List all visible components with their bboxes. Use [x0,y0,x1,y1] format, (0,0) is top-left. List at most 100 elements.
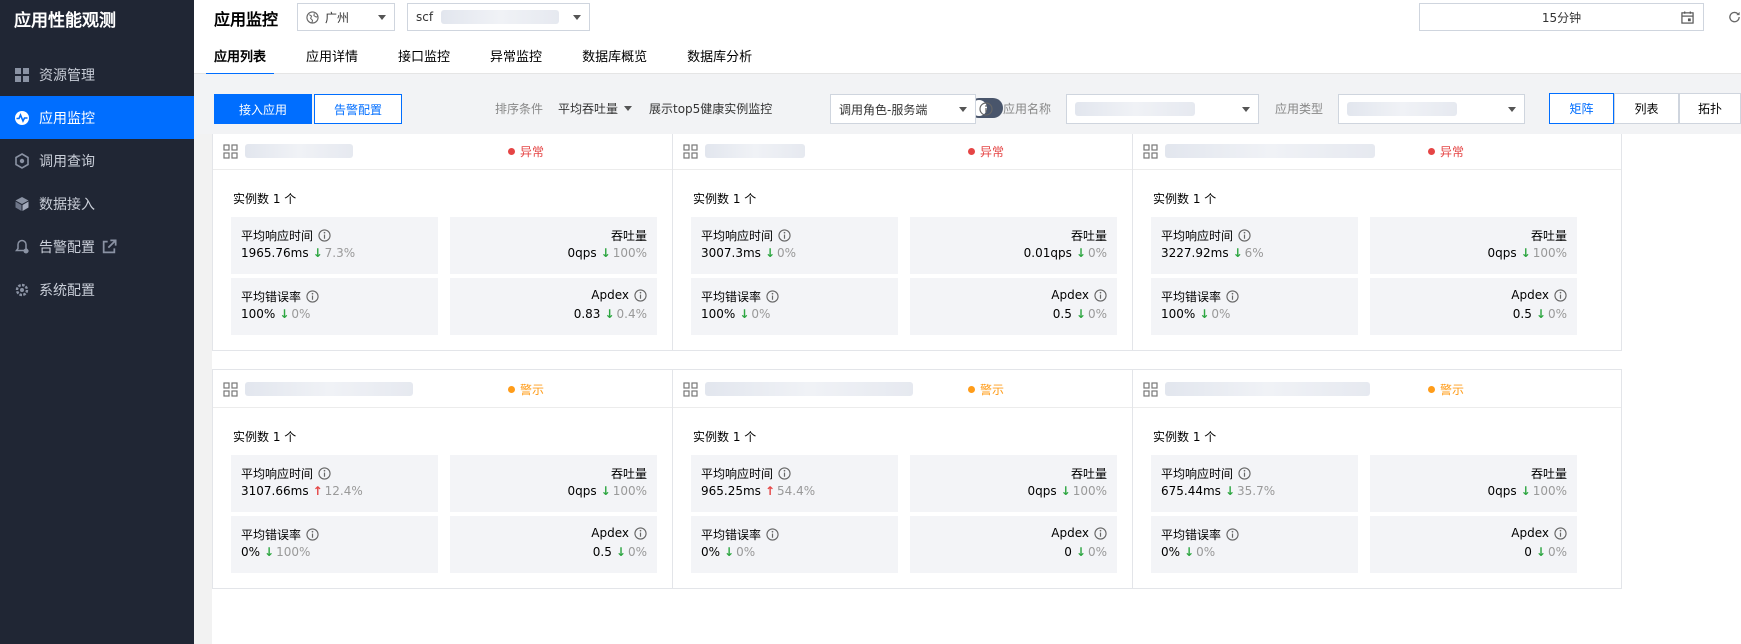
info-icon[interactable] [1238,467,1251,480]
avg-response-time-label-text: 平均响应时间 [241,467,314,481]
sidebar-item-system-config[interactable]: 系统配置 [0,268,194,311]
info-icon[interactable] [1554,288,1567,302]
app-type-select[interactable] [1338,94,1525,124]
apdex-label: Apdex [591,288,647,302]
avg-response-time-value: 675.44ms ↓ 35.7% [1161,484,1275,498]
app-card[interactable]: 异常 实例数 1 个 平均响应时间 1965.76ms ↓ 7.3% 吞吐量 0qps ↓ 1… [212,134,702,351]
view-list-button[interactable]: 列表 [1614,93,1679,124]
info-icon[interactable] [1094,526,1107,540]
throughput-label-text: 吞吐量 [1070,467,1107,481]
apdex-value: 0.5 ↓ 0% [1513,307,1567,321]
avg-response-time-metric: 平均响应时间 3107.66ms ↑ 12.4% [231,455,438,512]
calendar-icon [1681,11,1694,24]
info-icon[interactable] [778,467,791,480]
info-icon[interactable] [1554,526,1567,540]
sort-select[interactable]: 平均吞吐量 [558,100,633,117]
apdex-delta-value: 0% [627,545,647,559]
throughput-value: 0qps ↓ 100% [568,484,648,498]
info-icon[interactable] [318,229,331,242]
tab-exception-monitor[interactable]: 异常监控 [490,42,542,74]
top-bar: 应用监控 广州 scf 15分钟 应用列表 应用详情 接口监控 异常监控 数据库… [194,0,1741,75]
tab-app-detail[interactable]: 应用详情 [306,42,358,74]
arrow-down-icon: ↓ [1535,307,1546,321]
status-dot [968,386,975,393]
tab-app-list[interactable]: 应用列表 [205,42,275,75]
app-type-label: 应用类型 [1275,102,1324,116]
time-range-picker[interactable]: 15分钟 [1419,3,1704,31]
alarm-config-button[interactable]: 告警配置 [314,94,402,124]
avg-error-rate-value: 0% ↓ 0% [1161,545,1215,559]
avg-error-rate-delta-value: 0% [291,307,311,321]
info-icon[interactable] [979,102,993,116]
throughput-delta-value: 0% [1087,246,1107,260]
blurred-app-name[interactable] [245,382,413,396]
info-icon[interactable] [634,526,647,540]
region-select[interactable]: 广州 [297,3,395,31]
instance-count: 实例数 1 个 [693,192,757,206]
cube-icon [15,196,29,211]
tab-db-analysis[interactable]: 数据库分析 [687,42,752,74]
sort-label: 排序条件 [495,102,544,116]
info-icon[interactable] [778,229,791,242]
main-area: 应用监控 广州 scf 15分钟 应用列表 应用详情 接口监控 异常监控 数据库… [194,0,1741,644]
avg-error-rate-value: 0% ↓ 100% [241,545,310,559]
info-icon[interactable] [318,467,331,480]
avg-error-rate-metric: 平均错误率 0% ↓ 100% [231,516,438,573]
info-icon[interactable] [1094,288,1107,302]
info-icon[interactable] [306,528,319,541]
info-icon[interactable] [306,290,319,303]
status-badge: 警示 [1428,381,1464,398]
instance-count: 实例数 1 个 [693,430,757,444]
blurred-app-name[interactable] [245,144,353,158]
role-select[interactable]: 调用角色-服务端 [830,94,976,124]
blurred-app-name[interactable] [1165,144,1375,158]
arrow-down-icon: ↓ [279,307,290,321]
throughput-number: 0.01qps [1023,246,1072,260]
status-badge: 异常 [508,143,544,160]
instance-select[interactable]: scf [407,3,590,31]
info-icon[interactable] [1226,290,1239,303]
avg-response-time-delta-value: 12.4% [324,484,363,498]
info-icon[interactable] [1238,229,1251,242]
sidebar-item-resource[interactable]: 资源管理 [0,53,194,96]
blurred-app-name[interactable] [705,382,913,396]
tab-api-monitor[interactable]: 接口监控 [398,42,450,74]
blurred-app-name[interactable] [705,144,805,158]
throughput-metric: 吞吐量 0qps ↓ 100% [1370,217,1577,274]
app-card[interactable]: 异常 实例数 1 个 平均响应时间 3227.92ms ↓ 6% 吞吐量 0qps ↓ 100… [1132,134,1622,351]
info-icon[interactable] [1226,528,1239,541]
apdex-delta-value: 0% [1547,307,1567,321]
app-card[interactable]: 警示 实例数 1 个 平均响应时间 965.25ms ↑ 54.4% 吞吐量 0qps ↓ 1… [672,369,1162,589]
sidebar-item-app-monitor[interactable]: 应用监控 [0,96,194,139]
apdex-delta-value: 0% [1087,545,1107,559]
app-card[interactable]: 警示 实例数 1 个 平均响应时间 3107.66ms ↑ 12.4% 吞吐量 0qps ↓… [212,369,702,589]
throughput-label-text: 吞吐量 [1530,467,1567,481]
sidebar-item-data-access[interactable]: 数据接入 [0,182,194,225]
app-card[interactable]: 异常 实例数 1 个 平均响应时间 3007.3ms ↓ 0% 吞吐量 0.01qps ↓ 0… [672,134,1162,351]
throughput-value: 0qps ↓ 100% [1028,484,1108,498]
avg-response-time-delta: ↓ 0% [765,246,796,260]
refresh-icon[interactable] [1728,10,1741,24]
tab-db-overview[interactable]: 数据库概览 [582,42,647,74]
status-badge: 异常 [968,143,1004,160]
app-card[interactable]: 警示 实例数 1 个 平均响应时间 675.44ms ↓ 35.7% 吞吐量 0qps ↓ 1… [1132,369,1622,589]
apdex-delta: ↓ 0% [1076,545,1107,559]
card-header: 警示 [213,370,701,408]
apdex-value: 0.5 ↓ 0% [1053,307,1107,321]
info-icon[interactable] [766,528,779,541]
avg-response-time-label: 平均响应时间 [701,465,791,482]
instance-prefix: scf [416,10,434,24]
info-icon[interactable] [766,290,779,303]
avg-response-time-label-text: 平均响应时间 [241,229,314,243]
arrow-down-icon: ↓ [604,307,615,321]
connect-app-button[interactable]: 接入应用 [214,94,312,124]
status-text: 警示 [520,383,545,397]
apdex-label-text: Apdex [1051,288,1089,302]
blurred-app-name[interactable] [1165,382,1370,396]
app-name-select[interactable] [1066,94,1259,124]
view-topology-button[interactable]: 拓扑 [1679,93,1741,124]
sidebar-item-alarm-config[interactable]: 告警配置 [0,225,194,268]
info-icon[interactable] [634,288,647,302]
view-matrix-button[interactable]: 矩阵 [1549,93,1614,124]
sidebar-item-trace-query[interactable]: 调用查询 [0,139,194,182]
